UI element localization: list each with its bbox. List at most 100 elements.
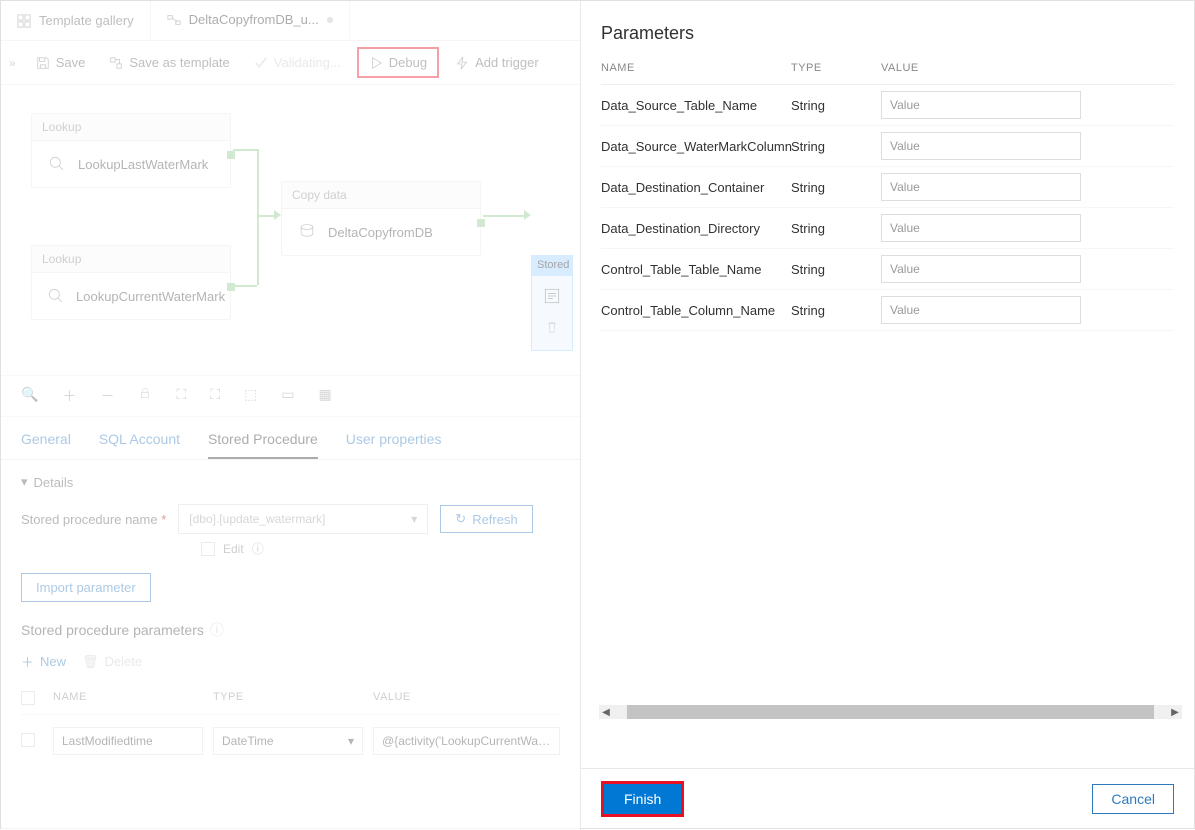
edit-label: Edit <box>223 542 244 556</box>
details-title: Details <box>34 475 74 490</box>
node-lookup-last-watermark[interactable]: Lookup LookupLastWaterMark <box>31 113 231 188</box>
check-icon <box>254 56 268 70</box>
param-value-input[interactable] <box>881 296 1081 324</box>
param-value-input[interactable] <box>881 255 1081 283</box>
new-label: New <box>40 654 66 669</box>
parameter-row: Data_Source_WaterMarkColumn String <box>601 126 1174 167</box>
zoom-search-icon[interactable]: 🔍 <box>21 386 38 406</box>
edit-checkbox[interactable] <box>201 542 215 556</box>
debug-button[interactable]: Debug <box>359 49 437 76</box>
fullscreen-icon[interactable]: ⛶ <box>210 386 220 406</box>
details-header[interactable]: ▾ Details <box>21 474 560 490</box>
add-trigger-label: Add trigger <box>475 55 539 70</box>
scroll-right-icon[interactable]: ▶ <box>1168 707 1182 718</box>
parameter-row: Control_Table_Column_Name String <box>601 290 1174 331</box>
finish-button[interactable]: Finish <box>604 784 681 814</box>
save-as-template-button[interactable]: Save as template <box>99 49 239 76</box>
tab-template-gallery[interactable]: Template gallery <box>1 1 151 40</box>
tab-sql-account[interactable]: SQL Account <box>99 431 180 459</box>
tab-deltacopy[interactable]: DeltaCopyfromDB_u... <box>151 1 350 40</box>
node-label: LookupLastWaterMark <box>78 157 208 172</box>
validating-label: Validating... <box>274 55 341 70</box>
save-button[interactable]: Save <box>26 49 96 76</box>
new-param-button[interactable]: ＋ New <box>21 652 66 671</box>
refresh-label: Refresh <box>472 512 518 527</box>
refresh-icon: ↻ <box>455 511 466 527</box>
param-type: String <box>791 221 881 236</box>
tab-user-properties[interactable]: User properties <box>346 431 442 459</box>
minus-icon[interactable]: － <box>100 386 114 406</box>
save-icon <box>36 56 50 70</box>
collapse-icon[interactable]: » <box>9 56 16 70</box>
node-stored-procedure[interactable]: Stored <box>531 255 573 351</box>
param-value-input[interactable] <box>881 173 1081 201</box>
debug-label: Debug <box>389 55 427 70</box>
select-icon[interactable]: ⬚ <box>244 386 257 406</box>
col-type: TYPE <box>791 62 881 74</box>
col-value: VALUE <box>373 691 560 708</box>
col-name: NAME <box>53 691 213 708</box>
canvas-controls: 🔍 ＋ － ⛶ ⛶ ⬚ ▭ ▦ <box>1 375 580 417</box>
script-icon <box>542 286 562 311</box>
param-name: Data_Source_Table_Name <box>601 98 791 113</box>
layout-icon[interactable]: ▦ <box>319 386 332 406</box>
param-type: String <box>791 262 881 277</box>
param-type-value: DateTime <box>222 734 274 748</box>
pipeline-icon <box>167 13 181 27</box>
node-lookup-current-watermark[interactable]: Lookup LookupCurrentWaterMark <box>31 245 231 320</box>
horizontal-scrollbar[interactable]: ◀ ▶ <box>599 705 1182 719</box>
param-type-select[interactable]: DateTime ▾ <box>213 727 363 755</box>
refresh-button[interactable]: ↻ Refresh <box>440 505 532 533</box>
param-value-input[interactable] <box>881 214 1081 242</box>
lookup-icon <box>46 153 68 175</box>
param-name-input[interactable] <box>53 727 203 755</box>
parameters-title: Parameters <box>581 1 1194 52</box>
property-tabs: General SQL Account Stored Procedure Use… <box>1 417 580 460</box>
info-icon: ⓘ <box>210 620 224 640</box>
param-name: Control_Table_Column_Name <box>601 303 791 318</box>
param-type: String <box>791 98 881 113</box>
tab-stored-procedure[interactable]: Stored Procedure <box>208 431 318 459</box>
sp-name-value: [dbo].[update_watermark] <box>189 512 325 526</box>
add-trigger-button[interactable]: Add trigger <box>445 49 549 76</box>
node-header: Copy data <box>282 182 480 209</box>
param-value-input[interactable] <box>373 727 560 755</box>
chevron-down-icon: ▾ <box>348 734 354 748</box>
param-name: Control_Table_Table_Name <box>601 262 791 277</box>
param-name: Data_Source_WaterMarkColumn <box>601 139 791 154</box>
parameter-row: Data_Destination_Container String <box>601 167 1174 208</box>
delete-label: Delete <box>105 654 143 669</box>
scroll-left-icon[interactable]: ◀ <box>599 707 613 718</box>
delete-param-button[interactable]: 🗑 Delete <box>82 652 142 671</box>
tab-general[interactable]: General <box>21 431 71 459</box>
add-icon[interactable]: ＋ <box>62 386 76 406</box>
pipeline-canvas[interactable]: Lookup LookupLastWaterMark Lookup Lookup… <box>1 85 580 375</box>
sp-name-select[interactable]: [dbo].[update_watermark] ▾ <box>178 504 428 534</box>
save-template-label: Save as template <box>129 55 229 70</box>
lock-icon[interactable] <box>138 386 152 406</box>
database-icon <box>296 221 318 243</box>
chevron-down-icon: ▾ <box>21 474 28 490</box>
panel-footer: Finish Cancel <box>581 768 1194 828</box>
scroll-thumb[interactable] <box>627 705 1154 719</box>
import-parameter-button[interactable]: Import parameter <box>21 573 151 602</box>
cancel-button[interactable]: Cancel <box>1092 784 1174 814</box>
param-type: String <box>791 180 881 195</box>
trash-icon: 🗑 <box>82 654 99 670</box>
save-template-icon <box>109 56 123 70</box>
info-icon: ⓘ <box>252 540 264 557</box>
node-copy-data[interactable]: Copy data DeltaCopyfromDB <box>281 181 481 256</box>
param-value-input[interactable] <box>881 91 1081 119</box>
param-type: String <box>791 303 881 318</box>
fit-icon[interactable]: ⛶ <box>176 386 186 406</box>
select-all-checkbox[interactable] <box>21 691 35 705</box>
row-checkbox[interactable] <box>21 733 35 747</box>
col-type: TYPE <box>213 691 373 708</box>
param-value-input[interactable] <box>881 132 1081 160</box>
param-name: Data_Destination_Directory <box>601 221 791 236</box>
delete-icon[interactable] <box>544 319 560 340</box>
align-icon[interactable]: ▭ <box>281 386 294 406</box>
node-header: Stored <box>531 255 573 275</box>
chevron-down-icon: ▾ <box>411 512 417 526</box>
unsaved-dot-icon <box>327 17 333 23</box>
